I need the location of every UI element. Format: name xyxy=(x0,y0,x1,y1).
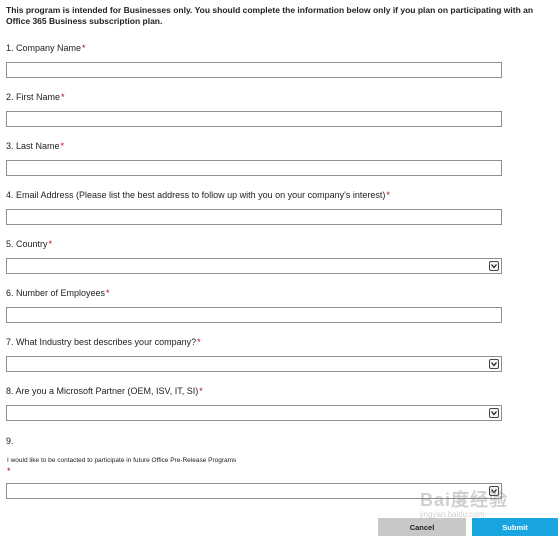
intro-part1: This program is intended for Businesses … xyxy=(6,5,373,15)
pre-release-programs-select[interactable] xyxy=(6,483,502,499)
required-mark: * xyxy=(386,190,390,200)
chevron-down-icon[interactable] xyxy=(489,359,499,369)
company-name-input[interactable] xyxy=(6,62,502,78)
required-mark: * xyxy=(48,239,53,249)
intro-only: only xyxy=(372,5,391,15)
required-mark: * xyxy=(82,43,86,53)
company-name-label: 1. Company Name* xyxy=(6,43,86,53)
microsoft-partner-select[interactable] xyxy=(6,405,502,421)
first-name-input[interactable] xyxy=(6,111,502,127)
number-of-employees-input[interactable] xyxy=(6,307,502,323)
cancel-button[interactable]: Cancel xyxy=(378,518,466,536)
required-mark: * xyxy=(61,92,65,102)
submit-button[interactable]: Submit xyxy=(472,518,558,536)
required-mark: * xyxy=(197,337,201,347)
pre-release-programs-label: I would like to be contacted to particip… xyxy=(7,457,237,464)
number-of-employees-label: 6. Number of Employees* xyxy=(6,288,110,298)
last-name-label: 3. Last Name* xyxy=(6,141,65,151)
required-mark: * xyxy=(199,386,203,396)
question-9-label: 9. xyxy=(6,436,14,446)
microsoft-partner-label: 8. Are you a Microsoft Partner (OEM, ISV… xyxy=(6,386,203,396)
required-mark: * xyxy=(60,141,65,151)
email-address-input[interactable] xyxy=(6,209,502,225)
chevron-down-icon[interactable] xyxy=(489,261,499,271)
email-address-label: 4. Email Address (Please list the best a… xyxy=(6,190,390,200)
country-select[interactable] xyxy=(6,258,502,274)
chevron-down-icon[interactable] xyxy=(489,486,499,496)
industry-label: 7. What Industry best describes your com… xyxy=(6,337,201,347)
country-label: 5. Country* xyxy=(6,239,53,249)
first-name-label: 2. First Name* xyxy=(6,92,65,102)
last-name-input[interactable] xyxy=(6,160,502,176)
intro-text: This program is intended for Businesses … xyxy=(6,5,554,27)
required-mark: * xyxy=(7,466,11,476)
required-mark: * xyxy=(106,288,110,298)
industry-select[interactable] xyxy=(6,356,502,372)
chevron-down-icon[interactable] xyxy=(489,408,499,418)
